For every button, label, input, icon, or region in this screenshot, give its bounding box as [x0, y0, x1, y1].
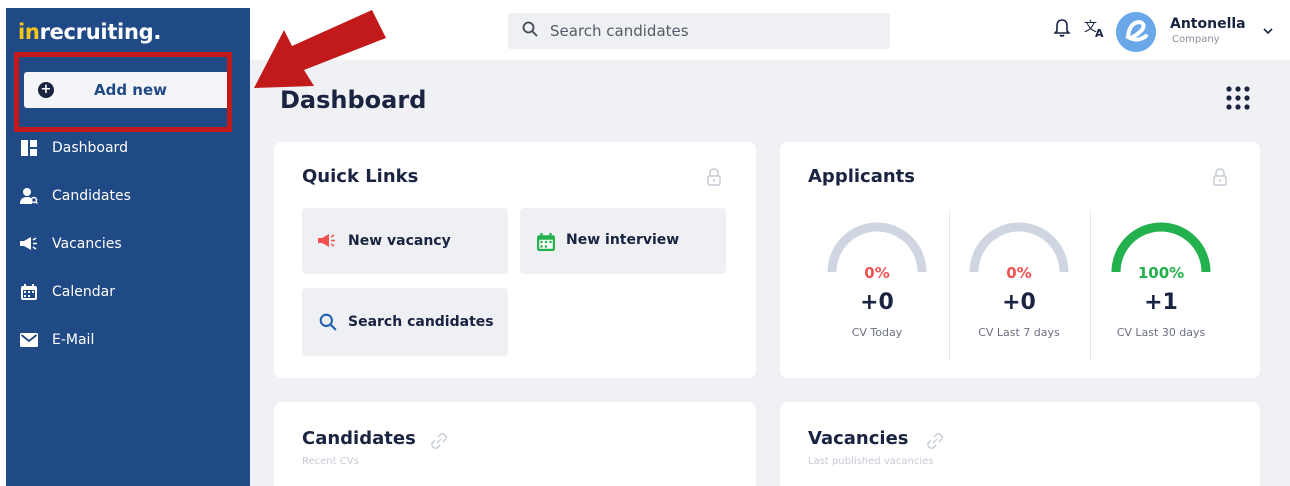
search-candidates-label: Search candidates — [348, 314, 494, 330]
chevron-down-icon[interactable] — [1263, 24, 1273, 38]
sidebar-item-label: Dashboard — [52, 140, 128, 156]
lock-icon[interactable] — [706, 168, 724, 186]
gauge-value: +0 — [860, 290, 894, 315]
search-candidates-button[interactable]: Search candidates — [302, 288, 508, 356]
search-input[interactable]: Search candidates — [508, 13, 890, 49]
new-interview-button[interactable]: New interview — [520, 208, 726, 274]
link-icon[interactable] — [430, 432, 448, 450]
link-icon[interactable] — [926, 432, 944, 450]
gauge-caption: CV Last 30 days — [1116, 326, 1206, 339]
dashboard-icon — [20, 139, 38, 157]
user-role: Company — [1172, 34, 1220, 45]
vacancies-title: Vacancies — [808, 428, 909, 449]
sidebar-item-candidates[interactable]: Candidates — [20, 184, 131, 208]
megaphone-icon — [318, 231, 338, 251]
sidebar-item-label: E-Mail — [52, 332, 95, 348]
calendar-icon — [20, 283, 38, 301]
logo-text: recruiting. — [39, 20, 162, 44]
gauge-caption: CV Today — [851, 326, 903, 339]
megaphone-icon — [20, 235, 38, 253]
gauge-cv-last-30-days: 100% +1 CV Last 30 days — [1086, 222, 1236, 372]
vacancies-subtitle: Last published vacancies — [808, 456, 934, 467]
new-vacancy-label: New vacancy — [348, 233, 451, 249]
avatar[interactable] — [1116, 12, 1156, 52]
gauge-value: +1 — [1144, 290, 1178, 315]
candidates-subtitle: Recent CVs — [302, 456, 359, 467]
mail-icon — [20, 331, 38, 349]
new-interview-label: New interview — [566, 232, 680, 248]
candidates-icon — [20, 187, 38, 205]
sidebar-item-dashboard[interactable]: Dashboard — [20, 136, 128, 160]
search-icon — [318, 312, 338, 332]
sidebar-item-label: Candidates — [52, 188, 131, 204]
gauge-cv-last-7-days: 0% +0 CV Last 7 days — [944, 222, 1094, 372]
bell-icon[interactable] — [1053, 19, 1071, 41]
app-logo[interactable]: inrecruiting. — [18, 20, 161, 44]
gauge-value: +0 — [1002, 290, 1036, 315]
apps-grid-icon[interactable] — [1224, 84, 1252, 112]
sidebar-item-calendar[interactable]: Calendar — [20, 280, 115, 304]
sidebar-item-label: Vacancies — [52, 236, 122, 252]
gauge-cv-today: 0% +0 CV Today — [802, 222, 952, 372]
candidates-title: Candidates — [302, 428, 416, 449]
search-icon — [522, 21, 538, 41]
calendar-icon — [536, 232, 556, 252]
arrow-annotation — [254, 10, 386, 88]
highlight-box — [14, 52, 232, 132]
lock-icon[interactable] — [1212, 168, 1230, 186]
sidebar-item-label: Calendar — [52, 284, 115, 300]
quick-links-title: Quick Links — [302, 166, 419, 187]
gauge-percent: 100% — [1137, 264, 1185, 282]
applicants-title: Applicants — [808, 166, 915, 187]
translate-icon[interactable]: 文A — [1084, 18, 1106, 42]
search-placeholder: Search candidates — [550, 22, 689, 40]
gauge-percent: 0% — [864, 264, 890, 282]
header-actions: 文A — [1053, 18, 1106, 42]
gauge-percent: 0% — [1006, 264, 1032, 282]
user-name[interactable]: Antonella — [1170, 16, 1246, 32]
new-vacancy-button[interactable]: New vacancy — [302, 208, 508, 274]
gauge-caption: CV Last 7 days — [978, 326, 1060, 339]
sidebar-item-email[interactable]: E-Mail — [20, 328, 94, 352]
sidebar-item-vacancies[interactable]: Vacancies — [20, 232, 122, 256]
svg-text:A: A — [1095, 27, 1104, 38]
logo-prefix: in — [18, 20, 40, 44]
